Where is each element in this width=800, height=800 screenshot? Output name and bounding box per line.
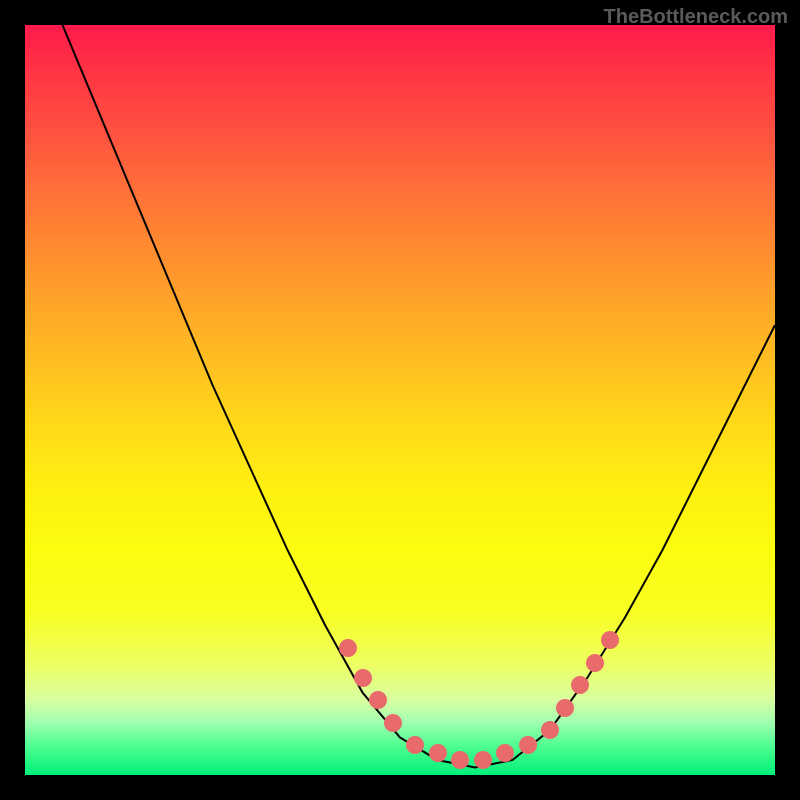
marker-dot [601, 631, 619, 649]
marker-dot [339, 639, 357, 657]
marker-dot [451, 751, 469, 769]
marker-dot [571, 676, 589, 694]
chart-plot-area [25, 25, 775, 775]
marker-dots-layer [25, 25, 775, 775]
marker-dot [369, 691, 387, 709]
marker-dot [519, 736, 537, 754]
marker-dot [541, 721, 559, 739]
marker-dot [406, 736, 424, 754]
marker-dot [354, 669, 372, 687]
marker-dot [474, 751, 492, 769]
marker-dot [429, 744, 447, 762]
watermark-text: TheBottleneck.com [604, 6, 788, 29]
marker-dot [384, 714, 402, 732]
marker-dot [556, 699, 574, 717]
marker-dot [496, 744, 514, 762]
marker-dot [586, 654, 604, 672]
